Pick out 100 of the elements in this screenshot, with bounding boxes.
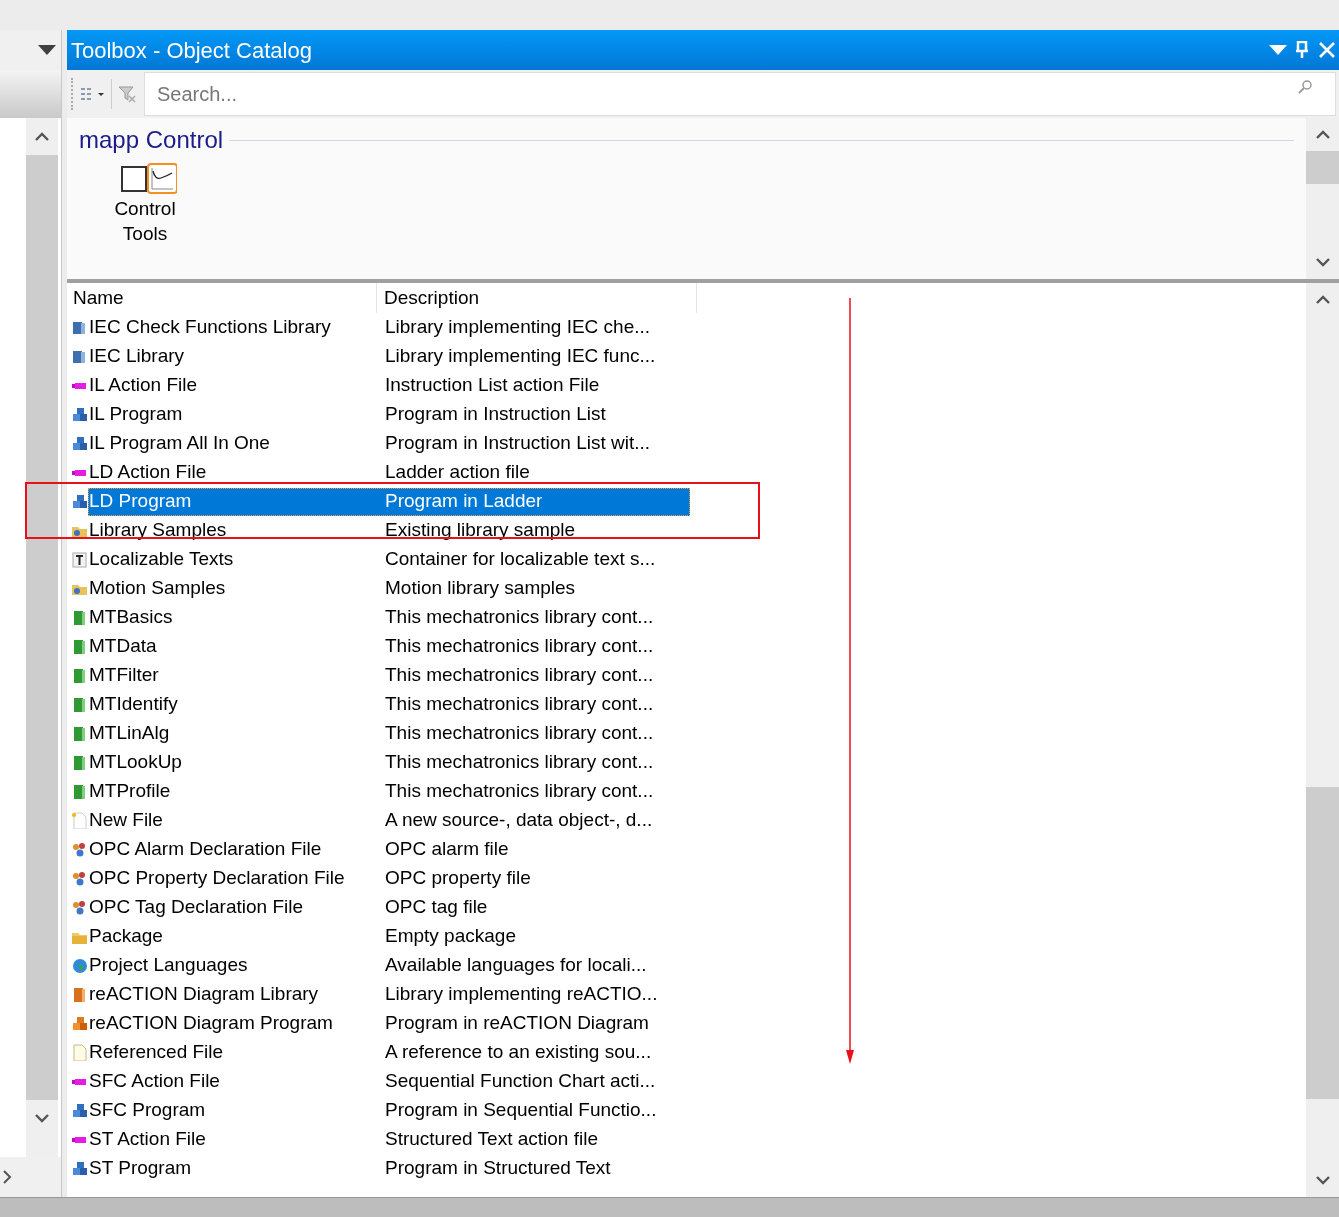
search-icon[interactable] <box>1298 80 1312 94</box>
table-row[interactable]: MTProfile This mechatronics library cont... <box>88 777 690 806</box>
description-cell-text: Program in Instruction List wit... <box>384 431 652 456</box>
table-row[interactable]: reACTION Diagram Program Program in reACTION Diagram <box>88 1009 690 1038</box>
column-header[interactable]: Description <box>377 283 697 313</box>
description-cell-text: Program in Sequential Functio... <box>384 1098 658 1123</box>
name-cell-text: MTFilter <box>89 663 160 688</box>
description-cell-text: Empty package <box>384 924 517 949</box>
clear-filter-icon[interactable] <box>118 85 136 103</box>
scroll-down-icon[interactable] <box>1315 258 1330 267</box>
description-cell-text: Ladder action file <box>384 460 531 485</box>
table-row[interactable]: Project Languages Available languages for locali... <box>88 951 690 980</box>
table-row[interactable]: MTBasics This mechatronics library cont... <box>88 603 690 632</box>
globe-icon <box>71 957 88 974</box>
description-cell-text: A reference to an existing sou... <box>384 1040 653 1065</box>
chevron-right-icon[interactable] <box>2 1170 12 1184</box>
description-cell-text: OPC property file <box>384 866 532 891</box>
name-cell-text: Project Languages <box>89 953 249 978</box>
table-row[interactable]: MTIdentify This mechatronics library cont... <box>88 690 690 719</box>
table-row[interactable]: New File A new source-, data object-, d... <box>88 806 690 835</box>
table-row[interactable]: Localizable Texts Container for localizable text s... <box>88 545 690 574</box>
name-cell-text: OPC Property Declaration File <box>89 866 346 891</box>
scroll-down-icon[interactable] <box>35 1114 49 1123</box>
name-cell-text: IEC Library <box>89 344 186 369</box>
table-row[interactable]: IEC Check Functions Library Library implementing IEC che... <box>88 313 690 342</box>
name-cell-text: Package <box>89 924 164 949</box>
name-cell-text: Library Samples <box>89 518 228 543</box>
scroll-down-icon[interactable] <box>1315 1176 1330 1185</box>
description-cell-text: Program in Ladder <box>384 489 544 514</box>
name-cell-text: MTProfile <box>89 779 172 804</box>
table-row[interactable]: LD Program Program in Ladder <box>88 487 690 516</box>
cubes-icon <box>71 493 88 510</box>
name-cell-text: ST Program <box>89 1156 193 1181</box>
table-row[interactable]: MTLinAlg This mechatronics library cont... <box>88 719 690 748</box>
name-cell-text: MTData <box>89 634 158 659</box>
table-row[interactable]: OPC Tag Declaration File OPC tag file <box>88 893 690 922</box>
table-row[interactable]: ST Program Program in Structured Text <box>88 1154 690 1183</box>
name-cell-text: LD Program <box>89 489 193 514</box>
table-row[interactable]: IL Program All In One Program in Instruction List wit... <box>88 429 690 458</box>
name-cell-text: reACTION Diagram Program <box>89 1011 334 1036</box>
search-field[interactable]: Search... <box>144 72 1336 116</box>
description-cell-text: This mechatronics library cont... <box>384 605 655 630</box>
tool-item[interactable]: Control Tools <box>103 162 187 246</box>
name-cell-text: Motion Samples <box>89 576 227 601</box>
cubes-icon <box>71 435 88 452</box>
name-cell-text: OPC Alarm Declaration File <box>89 837 323 862</box>
description-cell-text: Container for localizable text s... <box>384 547 657 572</box>
description-cell-text: Program in reACTION Diagram <box>384 1011 650 1036</box>
book-icon <box>71 667 88 684</box>
name-cell-text: IL Program <box>89 402 184 427</box>
table-row[interactable]: ST Action File Structured Text action file <box>88 1125 690 1154</box>
table-row[interactable]: IL Program Program in Instruction List <box>88 400 690 429</box>
book-icon <box>71 783 88 800</box>
description-cell-text: Available languages for locali... <box>384 953 648 978</box>
scrollbar-thumb[interactable] <box>1306 787 1339 1099</box>
table-row[interactable]: IEC Library Library implementing IEC func... <box>88 342 690 371</box>
file-icon <box>71 812 88 829</box>
description-cell-text: Library implementing IEC func... <box>384 344 657 369</box>
table-row[interactable]: MTLookUp This mechatronics library cont... <box>88 748 690 777</box>
table-row[interactable]: OPC Alarm Declaration File OPC alarm file <box>88 835 690 864</box>
table-row[interactable]: LD Action File Ladder action file <box>88 458 690 487</box>
scroll-up-icon[interactable] <box>35 132 49 141</box>
description-cell-text: Existing library sample <box>384 518 577 543</box>
description-cell-text: Program in Structured Text <box>384 1156 612 1181</box>
view-options-icon[interactable] <box>79 86 105 102</box>
window-title: Toolbox - Object Catalog <box>71 36 313 65</box>
dropdown-icon[interactable] <box>1269 44 1287 56</box>
table-row[interactable]: MTFilter This mechatronics library cont... <box>88 661 690 690</box>
name-cell-text: MTLookUp <box>89 750 183 775</box>
table-row[interactable]: IL Action File Instruction List action File <box>88 371 690 400</box>
name-cell-text: IEC Check Functions Library <box>89 315 332 340</box>
pin-icon[interactable] <box>1295 41 1309 59</box>
description-cell-text: This mechatronics library cont... <box>384 692 655 717</box>
table-row[interactable]: Library Samples Existing library sample <box>88 516 690 545</box>
name-cell-text: Referenced File <box>89 1040 225 1065</box>
table-row[interactable]: Referenced File A reference to an existing sou... <box>88 1038 690 1067</box>
name-cell-text: Localizable Texts <box>89 547 235 572</box>
dropdown-icon[interactable] <box>37 44 57 56</box>
library-icon <box>71 319 88 336</box>
cubes-icon <box>71 406 88 423</box>
description-cell-text: Sequential Function Chart acti... <box>384 1069 657 1094</box>
scroll-up-icon[interactable] <box>1315 295 1330 304</box>
description-cell-text: This mechatronics library cont... <box>384 634 655 659</box>
scroll-up-icon[interactable] <box>1315 130 1330 139</box>
column-header[interactable]: Name <box>71 283 377 313</box>
description-cell-text: A new source-, data object-, d... <box>384 808 654 833</box>
description-cell-text: OPC alarm file <box>384 837 510 862</box>
cubes-icon <box>71 1015 88 1032</box>
table-row[interactable]: MTData This mechatronics library cont... <box>88 632 690 661</box>
name-cell-text: IL Action File <box>89 373 199 398</box>
table-row[interactable]: Motion Samples Motion library samples <box>88 574 690 603</box>
scrollbar-thumb[interactable] <box>1306 151 1339 184</box>
table-row[interactable]: SFC Action File Sequential Function Chart acti... <box>88 1067 690 1096</box>
table-row[interactable]: reACTION Diagram Library Library implementing reACTIO... <box>88 980 690 1009</box>
close-icon[interactable] <box>1319 42 1335 58</box>
book-icon <box>71 696 88 713</box>
table-row[interactable]: SFC Program Program in Sequential Functio... <box>88 1096 690 1125</box>
table-row[interactable]: Package Empty package <box>88 922 690 951</box>
table-row[interactable]: OPC Property Declaration File OPC property file <box>88 864 690 893</box>
name-cell-text: reACTION Diagram Library <box>89 982 320 1007</box>
